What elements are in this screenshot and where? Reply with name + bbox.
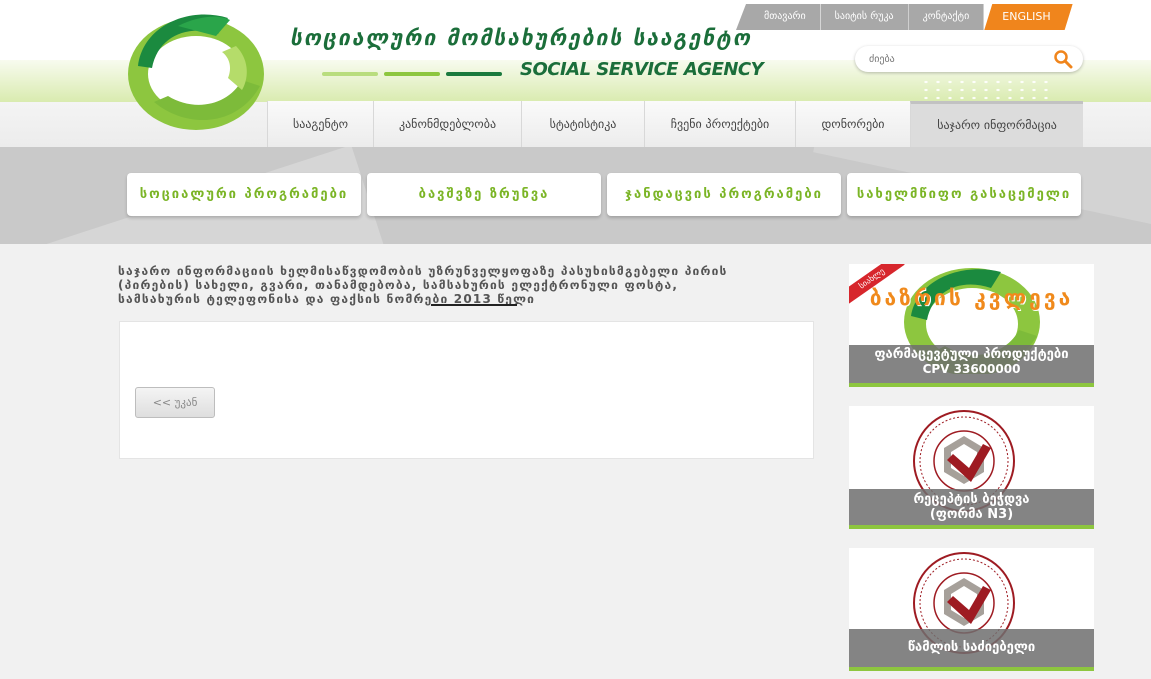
top-links-bar: მთავარი საიტის რუკა კონტაქტი ENGLISH xyxy=(736,4,1073,30)
toplink-contact[interactable]: კონტაქტი xyxy=(908,4,985,30)
content-panel: << უკან xyxy=(119,321,814,459)
nav-item-donors[interactable]: დონორები xyxy=(795,101,910,147)
program-button-healthcare[interactable]: ჯანდაცვის პროგრამები xyxy=(607,173,841,216)
page-title-text: საჯარო ინფორმაციის ხელმისაწვდომობის უზრუ… xyxy=(118,264,728,306)
banner-prescription-print[interactable]: რეცეპტის ბეჭდვა (ფორმა N3) xyxy=(849,406,1094,529)
banner-caption: რეცეპტის ბეჭდვა (ფორმა N3) xyxy=(849,489,1094,525)
site-header: სოციალური მომსახურების სააგენტო SOCIAL S… xyxy=(0,0,1151,147)
banner-caption-line2: (ფორმა N3) xyxy=(929,507,1014,522)
toplink-home[interactable]: მთავარი xyxy=(736,4,821,30)
banner-caption-line1: რეცეპტის ბეჭდვა xyxy=(913,492,1030,507)
year-underline xyxy=(431,304,517,306)
nav-item-projects[interactable]: ჩვენი პროექტები xyxy=(644,101,795,147)
program-button-childcare[interactable]: ბავშვზე ზრუნვა xyxy=(367,173,601,216)
banner-caption-sub: CPV 33600000 xyxy=(922,362,1021,376)
banner-market-research[interactable]: სიახლე ბაზრის კვლევა ფარმაცევტული პროდუქ… xyxy=(849,264,1094,387)
agency-logo-icon[interactable] xyxy=(118,6,268,134)
language-switch-button[interactable]: ENGLISH xyxy=(984,4,1072,30)
search-input[interactable] xyxy=(869,51,1049,67)
nav-item-statistics[interactable]: სტატისტიკა xyxy=(521,101,644,147)
toplink-sitemap[interactable]: საიტის რუკა xyxy=(820,4,909,30)
banner-title-market-research: ბაზრის კვლევა xyxy=(869,286,1074,310)
header-dots-decoration xyxy=(920,78,1050,102)
brand-decorative-lines xyxy=(322,72,502,78)
program-button-state-benefits[interactable]: სახელმწიფო გასაცემელი xyxy=(847,173,1081,216)
page-title: საჯარო ინფორმაციის ხელმისაწვდომობის უზრუ… xyxy=(118,264,758,306)
program-button-social[interactable]: სოციალური პროგრამები xyxy=(127,173,361,216)
banner-caption-main: ფარმაცევტული პროდუქტები xyxy=(874,347,1069,362)
brand-name-georgian: სოციალური მომსახურების სააგენტო xyxy=(290,26,752,50)
main-navigation: სააგენტო კანონმდებლობა სტატისტიკა ჩვენი … xyxy=(267,101,1083,147)
search-box xyxy=(855,46,1083,72)
programs-band: სოციალური პროგრამები ბავშვზე ზრუნვა ჯანდ… xyxy=(0,147,1151,244)
back-button[interactable]: << უკან xyxy=(135,387,215,418)
nav-item-public-information[interactable]: საჯარო ინფორმაცია xyxy=(910,101,1083,147)
nav-item-legislation[interactable]: კანონმდებლობა xyxy=(373,101,521,147)
banner-caption: ფარმაცევტული პროდუქტები CPV 33600000 xyxy=(849,345,1094,383)
banner-drug-search[interactable]: წამლის საძიებელი xyxy=(849,548,1094,671)
search-icon[interactable] xyxy=(1053,49,1073,69)
banner-caption: წამლის საძიებელი xyxy=(849,629,1094,667)
nav-item-agency[interactable]: სააგენტო xyxy=(267,101,373,147)
brand-name-english: SOCIAL SERVICE AGENCY xyxy=(520,59,764,80)
